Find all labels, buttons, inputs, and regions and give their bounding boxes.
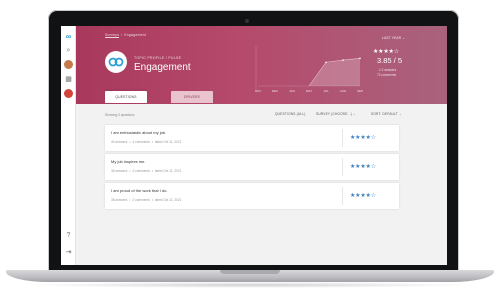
chart-x-tick-label: NOV — [255, 89, 262, 93]
sort-label: SORT: DEFAULT — [371, 112, 398, 116]
logout-icon[interactable]: ⇥ — [64, 248, 73, 257]
score-stars: ★★★★☆ — [373, 49, 399, 55]
question-card[interactable]: My job inspires me. 35 answers • 2 comment… — [105, 154, 399, 180]
score-value: 3.85 / 5 — [377, 56, 403, 65]
breadcrumb-parent-link[interactable]: Surveys — [105, 33, 119, 37]
tab-drivers[interactable]: DRIVERS — [171, 91, 213, 103]
separator: • — [129, 198, 131, 202]
comments-count: 2 comments — [132, 169, 150, 173]
notification-icon[interactable] — [64, 89, 73, 98]
chart-point — [325, 61, 327, 64]
chart-x-tick-label: SEP — [357, 89, 363, 93]
topic-header: Surveys / Engagement TOPIC PROFILE / PULSE… — [76, 26, 447, 104]
page-title: Engagement — [134, 62, 191, 73]
breadcrumb: Surveys / Engagement — [105, 33, 147, 37]
question-meta: 38 answers • 2 comments • latest Oct 11, 202… — [111, 198, 181, 202]
infinity-icon — [108, 57, 124, 67]
grid-icon[interactable]: ▦ — [64, 75, 73, 84]
page-subtitle: TOPIC PROFILE / PULSE — [134, 56, 182, 60]
question-meta: 35 answers • 2 comments • latest Oct 11, 202… — [111, 169, 181, 173]
chart-x-tick-label: JAN — [289, 89, 295, 93]
laptop-notch — [220, 270, 280, 274]
question-count: Showing 3 questions — [105, 113, 135, 117]
question-text: My job inspires me. — [111, 159, 146, 164]
chart-x-tick-label: JUL — [323, 89, 329, 93]
chart-x-tick-label: AUG — [340, 89, 347, 93]
period-filter-dropdown[interactable]: LAST YEAR ⌄ — [382, 36, 405, 40]
comments-count: 2 comments — [132, 198, 150, 202]
question-filter-label: QUESTIONS (ALL) — [275, 112, 306, 116]
separator: • — [151, 140, 153, 144]
chart-point — [342, 59, 344, 61]
sort-dropdown[interactable]: SORT: DEFAULT ⌄ — [371, 112, 402, 116]
laptop-shadow — [24, 282, 476, 288]
chart-x-tick-label: MAY — [306, 89, 312, 93]
app-screen: ∞ ⌕ ▦ ? ⇥ Surveys / Engagement TOPIC PROFI… — [61, 26, 447, 265]
score-comments: 72 comments — [377, 73, 397, 77]
camera-dot — [245, 19, 249, 23]
separator: • — [151, 169, 153, 173]
survey-filter-dropdown[interactable]: SURVEY (CHOOSE...) ⌄ — [316, 112, 356, 116]
help-icon[interactable]: ? — [64, 231, 73, 240]
laptop-frame: ∞ ⌕ ▦ ? ⇥ Surveys / Engagement TOPIC PROFI… — [0, 0, 500, 300]
chart-point — [359, 57, 361, 60]
divider — [342, 129, 343, 147]
answers-count: 35 answers — [111, 169, 128, 173]
avatar[interactable] — [64, 60, 73, 69]
app-logo-icon[interactable]: ∞ — [64, 32, 73, 41]
separator: • — [129, 169, 131, 173]
chevron-down-icon: ⌄ — [353, 112, 357, 116]
sidebar: ∞ ⌕ ▦ ? ⇥ — [61, 26, 76, 265]
divider — [342, 158, 343, 176]
survey-filter-label: SURVEY (CHOOSE...) — [316, 112, 353, 116]
engagement-icon — [105, 51, 127, 73]
question-card[interactable]: I am proud of the work that I do. 38 ans… — [105, 183, 399, 209]
question-text: I am enthusiastic about my job. — [111, 130, 167, 135]
chart-x-tick-label: DEC — [272, 89, 279, 93]
latest-date: latest Oct 11, 2021 — [154, 140, 182, 144]
question-stars: ★★★★☆ — [350, 164, 376, 170]
separator: • — [151, 198, 153, 202]
chevron-down-icon: ⌄ — [398, 112, 402, 116]
separator: • — [129, 140, 131, 144]
search-icon[interactable]: ⌕ — [64, 46, 73, 55]
latest-date: latest Oct 11, 2021 — [154, 169, 182, 173]
score-trend-chart: NOV DEC JAN MAY JUL AUG SEP — [255, 46, 364, 96]
question-card[interactable]: I am enthusiastic about my job. 40 answe… — [105, 125, 399, 151]
question-filter-dropdown[interactable]: QUESTIONS (ALL) — [275, 112, 305, 116]
question-stars: ★★★★☆ — [350, 193, 376, 199]
question-text: I am proud of the work that I do. — [111, 188, 168, 193]
comments-count: 4 comments — [132, 140, 150, 144]
answers-count: 38 answers — [111, 198, 128, 202]
question-meta: 40 answers • 4 comments • latest Oct 11, 202… — [111, 140, 181, 144]
breadcrumb-current: Engagement — [124, 33, 147, 37]
score-answers: 1.2 answers — [379, 68, 397, 72]
question-stars: ★★★★☆ — [350, 135, 376, 141]
chart-area-series — [309, 58, 360, 86]
period-filter-label: LAST YEAR — [382, 36, 402, 40]
chevron-down-icon: ⌄ — [402, 36, 406, 40]
divider — [342, 187, 343, 205]
answers-count: 40 answers — [111, 140, 128, 144]
tab-questions[interactable]: QUESTIONS — [105, 91, 147, 103]
latest-date: latest Oct 11, 2021 — [154, 198, 182, 202]
